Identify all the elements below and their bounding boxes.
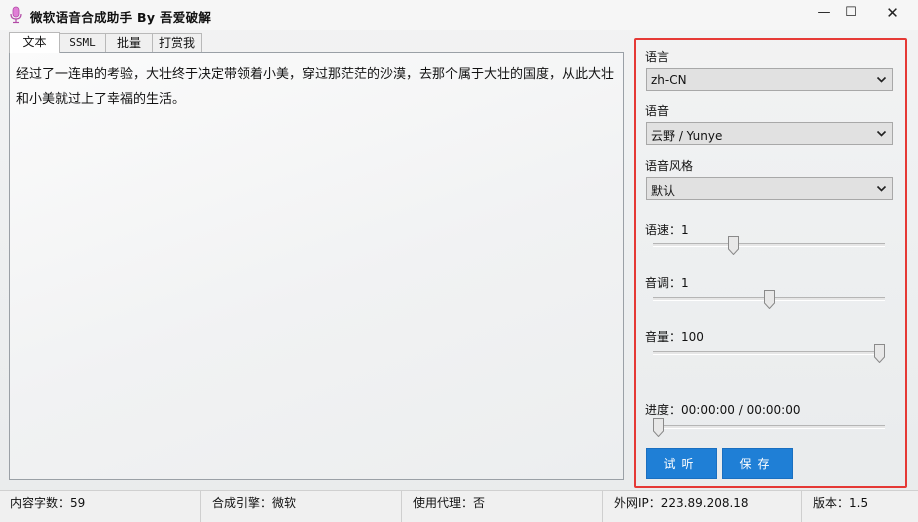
pitch-slider-thumb[interactable] bbox=[763, 290, 775, 309]
status-char-count: 内容字数：59 bbox=[0, 491, 201, 522]
volume-slider-thumb[interactable] bbox=[874, 344, 885, 363]
chevron-down-icon bbox=[876, 185, 887, 192]
close-button[interactable]: ✕ bbox=[867, 0, 918, 26]
tab-donate[interactable]: 打赏我 bbox=[152, 33, 202, 52]
style-label: 语音风格 bbox=[645, 159, 694, 173]
title-bar: 微软语音合成助手 By 吾爱破解 — ☐ ✕ bbox=[0, 0, 918, 30]
app-window: 微软语音合成助手 By 吾爱破解 — ☐ ✕ 文本 SSML 批量 打赏我 经过… bbox=[0, 0, 918, 522]
text-editor[interactable]: 经过了一连串的考验，大壮终于决定带领着小美，穿过那茫茫的沙漠，去那个属于大壮的国… bbox=[9, 52, 624, 480]
status-version: 版本：1.5 bbox=[813, 496, 869, 510]
volume-slider-track[interactable] bbox=[653, 351, 885, 355]
preview-button[interactable]: 试听 bbox=[646, 448, 717, 479]
status-bar: 内容字数：59 合成引擎：微软 使用代理：否 外网IP：223.89.208.1… bbox=[0, 490, 918, 522]
speed-label: 语速：1 bbox=[645, 223, 689, 237]
speed-slider-track[interactable] bbox=[653, 243, 885, 247]
chevron-down-icon bbox=[876, 76, 887, 83]
save-button[interactable]: 保存 bbox=[722, 448, 793, 479]
status-ip: 外网IP：223.89.208.18 bbox=[604, 491, 802, 522]
language-value: zh-CN bbox=[651, 73, 687, 87]
status-engine: 合成引擎：微软 bbox=[202, 491, 402, 522]
volume-label: 音量：100 bbox=[645, 330, 704, 344]
progress-slider-track[interactable] bbox=[653, 425, 885, 429]
style-select[interactable]: 默认 bbox=[646, 177, 893, 200]
tab-text[interactable]: 文本 bbox=[9, 32, 60, 53]
maximize-button[interactable]: ☐ bbox=[834, 0, 868, 26]
voice-value: 云野 / Yunye bbox=[651, 129, 723, 143]
editor-text: 经过了一连串的考验，大壮终于决定带领着小美，穿过那茫茫的沙漠，去那个属于大壮的国… bbox=[16, 67, 615, 107]
speed-slider-thumb[interactable] bbox=[728, 236, 740, 255]
language-label: 语言 bbox=[645, 50, 670, 64]
tab-batch[interactable]: 批量 bbox=[105, 33, 153, 52]
progress-slider-thumb[interactable] bbox=[653, 418, 664, 437]
voice-select[interactable]: 云野 / Yunye bbox=[646, 122, 893, 145]
style-value: 默认 bbox=[651, 184, 676, 198]
voice-label: 语音 bbox=[645, 104, 670, 118]
progress-label: 进度：00:00:00 / 00:00:00 bbox=[645, 403, 801, 417]
chevron-down-icon bbox=[876, 130, 887, 137]
tab-ssml[interactable]: SSML bbox=[59, 33, 106, 52]
status-proxy: 使用代理：否 bbox=[403, 491, 603, 522]
window-title: 微软语音合成助手 By 吾爱破解 bbox=[30, 10, 212, 25]
pitch-label: 音调：1 bbox=[645, 276, 689, 290]
microphone-icon bbox=[10, 6, 22, 24]
settings-panel bbox=[634, 38, 907, 488]
language-select[interactable]: zh-CN bbox=[646, 68, 893, 91]
